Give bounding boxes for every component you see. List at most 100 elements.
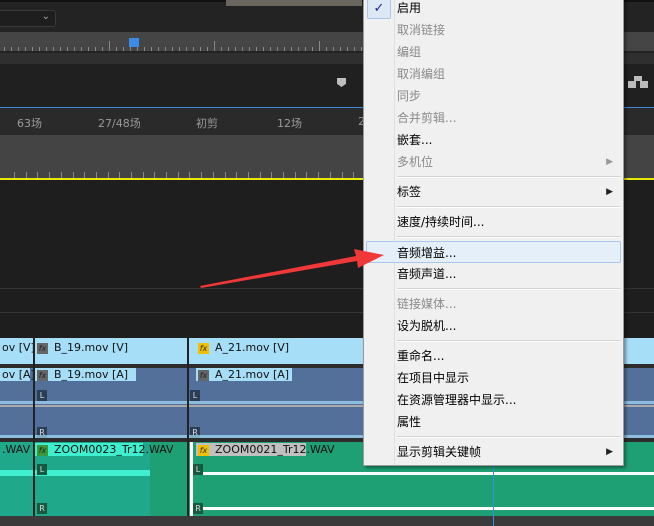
ruler-tick: [73, 172, 74, 178]
fx-icon: fx: [198, 369, 209, 381]
clip-label[interactable]: ov [V]: [0, 341, 35, 354]
view-dropdown[interactable]: ⌄: [0, 10, 56, 27]
menu-item-label: 音频增益...: [397, 246, 457, 260]
clip-label[interactable]: fx A_21.mov [V]: [196, 341, 289, 354]
menu-item[interactable]: 属性: [364, 411, 623, 433]
ruler-tick: [277, 47, 278, 51]
menu-separator: [364, 337, 623, 345]
submenu-arrow-icon: ▶: [606, 447, 613, 457]
menu-item[interactable]: 多机位 ▶: [364, 151, 623, 173]
clip-label[interactable]: fx ZOOM0021_Tr12.WAV: [196, 443, 335, 456]
ruler-tick: [109, 41, 110, 51]
menu-item-label: 编组: [397, 45, 422, 59]
ruler-tick: [361, 47, 362, 51]
submenu-arrow-icon: ▶: [606, 187, 613, 197]
menu-item[interactable]: 标签 ▶: [364, 181, 623, 203]
export-frame-icon[interactable]: [628, 76, 648, 88]
horizontal-scrollbar[interactable]: [0, 516, 654, 526]
ruler-tick: [214, 41, 215, 51]
clip-edit-point[interactable]: [33, 338, 35, 516]
menu-item[interactable]: 嵌套...: [364, 129, 623, 151]
ruler-tick: [242, 47, 243, 51]
marker-label[interactable]: 63场: [17, 115, 42, 131]
menu-item-label: 启用: [397, 1, 422, 15]
clip-label[interactable]: fx ZOOM0023_Tr12.WAV: [35, 443, 174, 456]
menu-item[interactable]: 音频声道...: [364, 263, 623, 285]
ruler-tick: [295, 172, 296, 178]
menu-item-label: 在项目中显示: [397, 371, 470, 385]
fx-icon: fx: [37, 444, 48, 456]
ruler-tick: [330, 172, 331, 178]
menu-item-label: 同步: [397, 89, 422, 103]
ruler-tick: [151, 47, 152, 51]
ruler-tick: [37, 172, 38, 178]
menu-item[interactable]: 同步: [364, 85, 623, 107]
clip-label[interactable]: fx B_19.mov [V]: [35, 341, 128, 354]
menu-item-label: 合并剪辑...: [397, 111, 457, 125]
ruler-tick: [235, 47, 236, 51]
ruler-tick: [179, 47, 180, 51]
ruler-tick: [249, 47, 250, 51]
ruler-tick: [318, 172, 319, 178]
left-channel-badge: L: [190, 390, 200, 401]
menu-item[interactable]: 编组: [364, 41, 623, 63]
playhead-handle[interactable]: [129, 38, 139, 47]
menu-item[interactable]: 合并剪辑...: [364, 107, 623, 129]
ruler-tick: [158, 47, 159, 51]
menu-item[interactable]: 速度/持续时间...: [364, 211, 623, 233]
menu-item-label: 嵌套...: [397, 133, 433, 147]
right-channel-badge: R: [37, 503, 47, 514]
menu-item[interactable]: ✓ 启用: [364, 0, 623, 19]
ruler-tick: [53, 47, 54, 51]
ruler-tick: [116, 47, 117, 51]
marker-label[interactable]: 12场: [277, 115, 302, 131]
ruler-tick: [108, 172, 109, 178]
ruler-tick: [225, 172, 226, 178]
ruler-tick: [67, 47, 68, 51]
ruler-tick: [74, 47, 75, 51]
marker-label[interactable]: 27/48场: [98, 115, 141, 131]
submenu-arrow-icon: ▶: [606, 157, 613, 167]
ruler-tick: [26, 172, 27, 178]
menu-item[interactable]: 在资源管理器中显示...: [364, 389, 623, 411]
menu-item[interactable]: 重命名...: [364, 345, 623, 367]
ruler-tick: [353, 172, 354, 178]
clip-label[interactable]: fx B_19.mov [A]: [35, 368, 136, 381]
ruler-tick: [236, 172, 237, 178]
ruler-tick: [18, 47, 19, 51]
ruler-tick: [172, 47, 173, 51]
menu-item-label: 多机位: [397, 155, 434, 169]
menu-item[interactable]: 设为脱机...: [364, 315, 623, 337]
ruler-tick: [270, 47, 271, 51]
menu-item[interactable]: 链接媒体...: [364, 293, 623, 315]
menu-separator: [364, 285, 623, 293]
ruler-tick: [312, 47, 313, 51]
menu-separator: [364, 203, 623, 211]
ruler-tick: [284, 47, 285, 51]
clip-label[interactable]: .WAV: [0, 443, 30, 456]
ruler-tick: [14, 172, 15, 178]
menu-item-label: 链接媒体...: [397, 297, 457, 311]
ruler-tick: [333, 47, 334, 51]
ruler-tick: [81, 47, 82, 51]
menu-item[interactable]: 在项目中显示: [364, 367, 623, 389]
menu-item[interactable]: 取消链接: [364, 19, 623, 41]
ruler-tick: [305, 47, 306, 51]
clip-label[interactable]: fx A_21.mov [A]: [196, 368, 292, 381]
ruler-tick: [144, 47, 145, 51]
marker-label[interactable]: 初剪: [196, 115, 218, 131]
clip-label[interactable]: ov [A]: [0, 368, 35, 381]
ruler-tick: [137, 47, 138, 51]
clip-edit-point[interactable]: [187, 338, 189, 516]
menu-item[interactable]: 显示剪辑关键帧 ▶: [364, 441, 623, 463]
ruler-tick: [248, 172, 249, 178]
check-icon: ✓: [367, 0, 391, 19]
menu-item[interactable]: 音频增益...: [366, 241, 621, 263]
ruler-tick: [213, 172, 214, 178]
ruler-tick: [256, 47, 257, 51]
ruler-tick: [96, 172, 97, 178]
ruler-tick: [11, 47, 12, 51]
ruler-tick: [271, 172, 272, 178]
menu-separator: [364, 233, 623, 241]
menu-item[interactable]: 取消编组: [364, 63, 623, 85]
